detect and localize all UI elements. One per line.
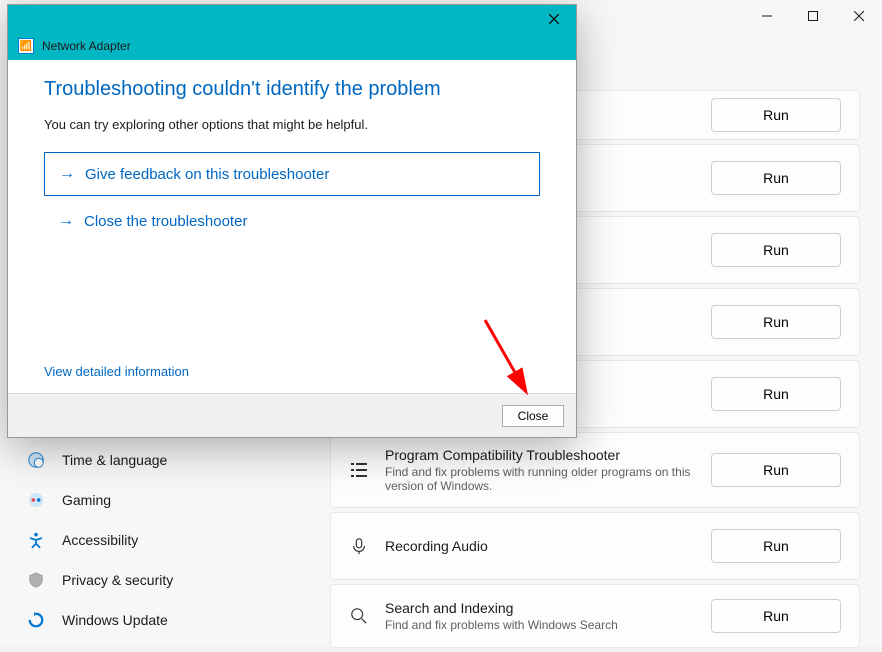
gaming-icon xyxy=(26,490,46,510)
update-icon xyxy=(26,610,46,630)
minimize-button[interactable] xyxy=(744,0,790,32)
run-button[interactable]: Run xyxy=(711,233,841,267)
dialog-footer: Close xyxy=(8,393,576,437)
card-title: Search and Indexing xyxy=(385,600,695,616)
accessibility-icon xyxy=(26,530,46,550)
run-button[interactable]: Run xyxy=(711,453,841,487)
run-button[interactable]: Run xyxy=(711,529,841,563)
dialog-close-icon[interactable] xyxy=(540,9,568,29)
maximize-button[interactable] xyxy=(790,0,836,32)
run-button[interactable]: Run xyxy=(711,377,841,411)
sidebar-item-privacy[interactable]: Privacy & security xyxy=(18,560,298,600)
troubleshooter-card-recording: Recording Audio Run xyxy=(330,512,860,580)
troubleshooter-dialog: 📶 Network Adapter Troubleshooting couldn… xyxy=(7,4,577,438)
sidebar-item-label: Gaming xyxy=(62,492,111,508)
microphone-icon xyxy=(349,536,369,556)
dialog-body: Troubleshooting couldn't identify the pr… xyxy=(8,60,576,393)
arrow-right-icon: → xyxy=(58,212,74,230)
shield-icon xyxy=(26,570,46,590)
sidebar-item-update[interactable]: Windows Update xyxy=(18,600,298,640)
card-title: Program Compatibility Troubleshooter xyxy=(385,447,695,463)
sidebar-item-label: Privacy & security xyxy=(62,572,173,588)
search-icon xyxy=(349,606,369,626)
run-button[interactable]: Run xyxy=(711,599,841,633)
option-label: Give feedback on this troubleshooter xyxy=(85,166,329,183)
dialog-title: Network Adapter xyxy=(42,39,131,53)
run-button[interactable]: Run xyxy=(711,161,841,195)
troubleshooter-card-compat: Program Compatibility Troubleshooter Fin… xyxy=(330,432,860,508)
close-troubleshooter-option[interactable]: → Close the troubleshooter xyxy=(44,200,540,242)
dialog-titlebar: 📶 Network Adapter xyxy=(8,5,576,60)
window-controls xyxy=(744,0,882,32)
close-button[interactable]: Close xyxy=(502,405,564,427)
sidebar-item-label: Time & language xyxy=(62,452,167,468)
sidebar-item-time-language[interactable]: Time & language xyxy=(18,440,298,480)
sidebar-item-accessibility[interactable]: Accessibility xyxy=(18,520,298,560)
close-button[interactable] xyxy=(836,0,882,32)
dialog-heading: Troubleshooting couldn't identify the pr… xyxy=(44,78,540,101)
troubleshooter-card-search: Search and Indexing Find and fix problem… xyxy=(330,584,860,648)
card-title: Recording Audio xyxy=(385,538,695,554)
clock-globe-icon xyxy=(26,450,46,470)
view-detailed-info-link[interactable]: View detailed information xyxy=(44,364,189,379)
run-button[interactable]: Run xyxy=(711,305,841,339)
network-adapter-icon: 📶 xyxy=(18,38,34,54)
settings-sidebar: Time & language Gaming Accessibility Pri… xyxy=(18,440,298,640)
card-description: Find and fix problems with Windows Searc… xyxy=(385,618,695,632)
card-description: Find and fix problems with running older… xyxy=(385,465,695,493)
run-button[interactable]: Run xyxy=(711,98,841,132)
option-label: Close the troubleshooter xyxy=(84,213,247,230)
sidebar-item-gaming[interactable]: Gaming xyxy=(18,480,298,520)
give-feedback-option[interactable]: → Give feedback on this troubleshooter xyxy=(44,152,540,196)
sidebar-item-label: Accessibility xyxy=(62,532,138,548)
sidebar-item-label: Windows Update xyxy=(62,612,168,628)
arrow-right-icon: → xyxy=(59,165,75,183)
dialog-subtext: You can try exploring other options that… xyxy=(44,117,540,132)
list-icon xyxy=(349,460,369,480)
